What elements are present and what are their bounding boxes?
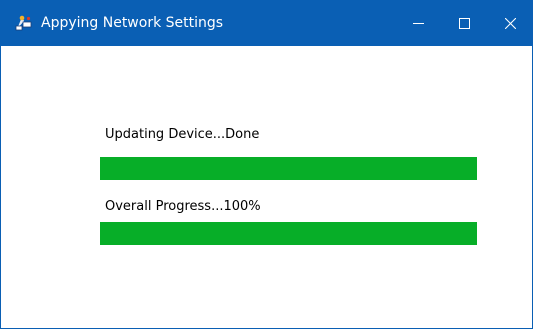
overall-progress-label: Overall Progress...100% bbox=[105, 199, 261, 214]
maximize-button[interactable] bbox=[441, 0, 487, 46]
title-bar[interactable]: Appying Network Settings bbox=[1, 0, 533, 46]
device-progress-bar bbox=[100, 157, 477, 180]
minimize-icon bbox=[412, 18, 424, 29]
app-window: Appying Network Settings Updating Device… bbox=[0, 0, 533, 329]
device-status-label: Updating Device...Done bbox=[105, 127, 260, 142]
overall-progress-bar bbox=[100, 222, 477, 245]
minimize-button[interactable] bbox=[395, 0, 441, 46]
overall-progress-fill bbox=[100, 222, 477, 245]
window-title: Appying Network Settings bbox=[41, 15, 224, 31]
close-button[interactable] bbox=[487, 0, 533, 46]
progress-panel: Updating Device...Done Overall Progress.… bbox=[1, 46, 532, 328]
network-settings-icon bbox=[14, 13, 34, 33]
device-progress-fill bbox=[100, 157, 477, 180]
close-icon bbox=[504, 17, 516, 29]
maximize-icon bbox=[458, 17, 470, 29]
